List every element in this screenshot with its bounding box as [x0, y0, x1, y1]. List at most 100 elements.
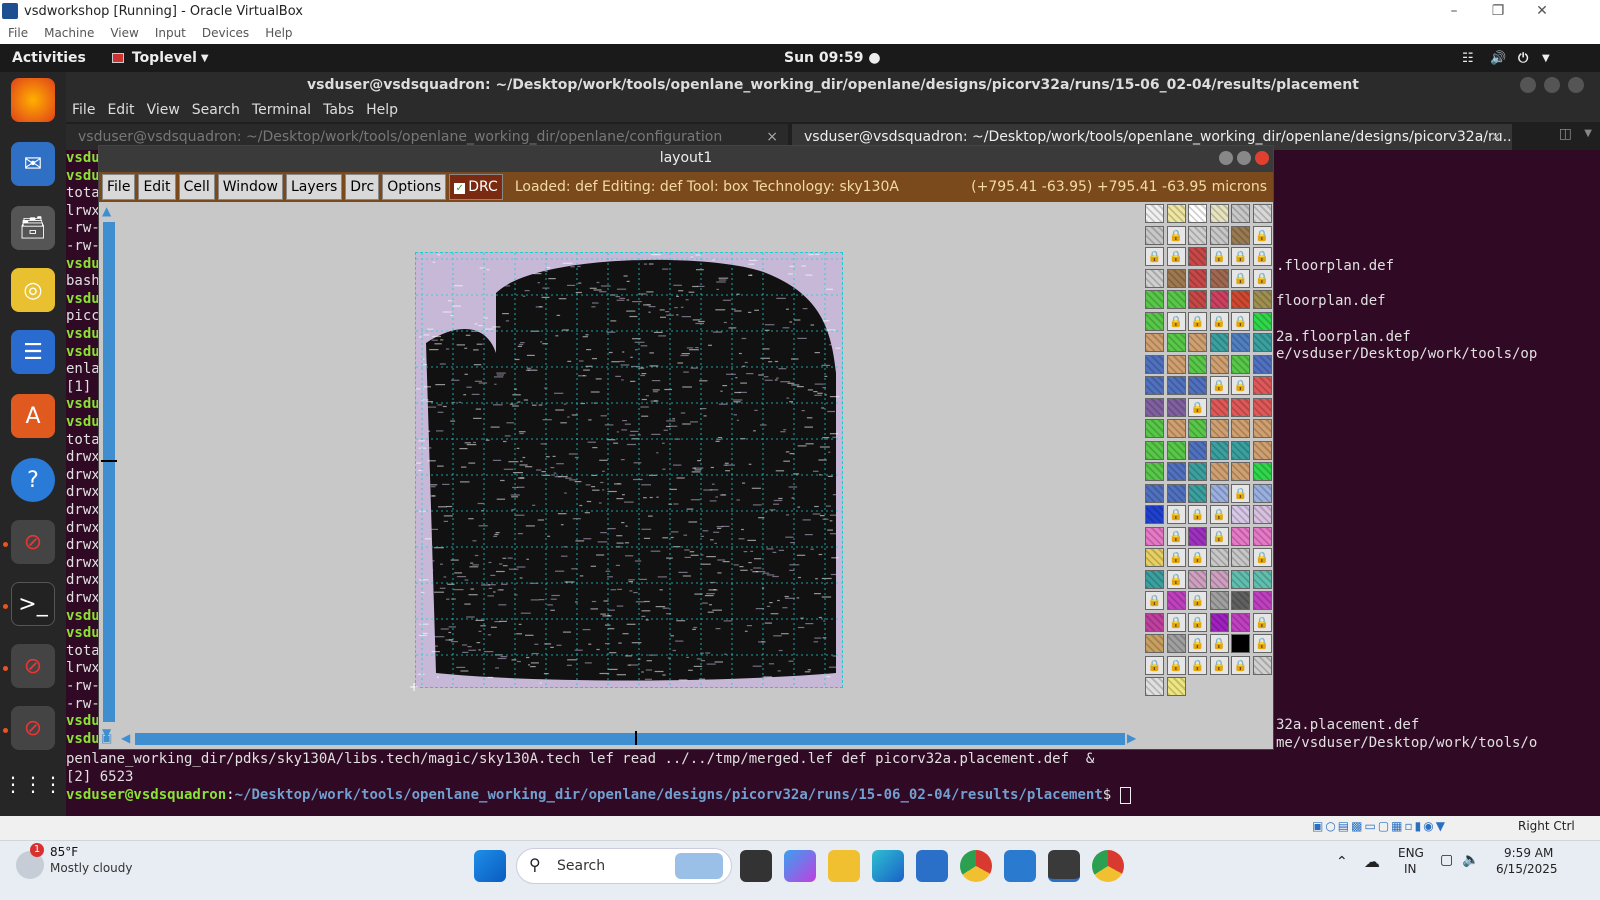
layer-swatch[interactable] — [1209, 591, 1229, 610]
scroll-left-icon[interactable]: ◀ — [121, 731, 135, 745]
terminal-minimize-icon[interactable] — [1520, 77, 1536, 93]
layer-locked-icon[interactable]: 🔒 — [1188, 311, 1207, 331]
layer-swatch[interactable] — [1166, 591, 1186, 610]
layer-locked-icon[interactable]: 🔒 — [1166, 548, 1186, 567]
vbox-menu-file[interactable]: File — [8, 26, 28, 40]
layer-swatch[interactable] — [1252, 591, 1272, 610]
layer-locked-icon[interactable]: 🔒 — [1166, 655, 1186, 675]
zoom-box-icon[interactable]: ▣ — [101, 731, 115, 745]
layer-swatch[interactable] — [1252, 204, 1272, 223]
layer-locked-icon[interactable]: 🔒 — [1188, 397, 1207, 417]
close-icon[interactable]: ✕ — [1520, 0, 1564, 22]
layer-swatch[interactable] — [1209, 440, 1229, 460]
vbox-menu-machine[interactable]: Machine — [44, 26, 94, 40]
layer-swatch[interactable] — [1209, 225, 1229, 245]
copilot-icon[interactable] — [784, 850, 816, 882]
layer-swatch[interactable] — [1166, 354, 1186, 374]
layer-swatch[interactable] — [1145, 440, 1164, 460]
layer-swatch[interactable] — [1188, 483, 1207, 503]
layer-swatch[interactable] — [1252, 462, 1272, 481]
layer-swatch[interactable] — [1166, 634, 1186, 653]
new-tab-icon[interactable]: ◫ — [1559, 126, 1572, 142]
layer-swatch[interactable] — [1231, 204, 1250, 223]
vbox-menu-devices[interactable]: Devices — [202, 26, 249, 40]
layer-swatch[interactable] — [1231, 462, 1250, 481]
layer-locked-icon[interactable]: 🔒 — [1252, 612, 1272, 632]
layer-swatch[interactable] — [1209, 354, 1229, 374]
libreoffice-writer-icon[interactable]: ☰ — [11, 330, 55, 374]
volume-tray-icon[interactable]: 🔈 — [1462, 852, 1479, 868]
firefox-icon[interactable] — [11, 78, 55, 122]
terminal-menu-file[interactable]: File — [72, 102, 95, 118]
layer-swatch[interactable] — [1209, 268, 1229, 288]
layer-swatch[interactable] — [1188, 376, 1207, 395]
power-icon[interactable]: ⏻ — [1518, 51, 1528, 66]
layer-locked-icon[interactable]: 🔒 — [1231, 376, 1250, 395]
maximize-icon[interactable]: ❐ — [1476, 0, 1520, 22]
layer-swatch[interactable] — [1231, 440, 1250, 460]
terminal-menu-terminal[interactable]: Terminal — [252, 102, 311, 118]
layer-swatch[interactable] — [1252, 290, 1272, 309]
layer-swatch[interactable] — [1209, 204, 1229, 223]
layer-swatch[interactable] — [1145, 634, 1164, 653]
layer-locked-icon[interactable]: 🔒 — [1188, 505, 1207, 524]
blocked-app-icon[interactable]: ⊘ — [11, 706, 55, 750]
drc-toggle[interactable]: ✓ DRC — [449, 174, 503, 200]
layer-swatch[interactable] — [1231, 505, 1250, 524]
layer-locked-icon[interactable]: 🔒 — [1166, 569, 1186, 589]
layer-swatch[interactable] — [1188, 333, 1207, 352]
magic-menu-layers[interactable]: Layers — [285, 174, 343, 200]
terminal-maximize-icon[interactable] — [1544, 77, 1560, 93]
layer-swatch[interactable] — [1209, 483, 1229, 503]
layer-swatch[interactable] — [1252, 397, 1272, 417]
terminal-icon[interactable]: >_ — [11, 582, 55, 626]
chrome-profile-icon[interactable] — [1092, 850, 1124, 882]
magic-close-icon[interactable] — [1255, 151, 1269, 165]
layer-swatch[interactable] — [1252, 333, 1272, 352]
windows-start-icon[interactable] — [474, 850, 506, 882]
files-icon[interactable]: 🗃 — [11, 206, 55, 250]
scroll-up-icon[interactable]: ▲ — [102, 204, 116, 218]
vbox-menu-input[interactable]: Input — [155, 26, 186, 40]
layer-locked-icon[interactable]: 🔒 — [1166, 311, 1186, 331]
horizontal-scroll-track[interactable] — [135, 733, 1125, 745]
layer-locked-icon[interactable]: 🔒 — [1166, 526, 1186, 546]
layer-swatch[interactable] — [1252, 440, 1272, 460]
layer-swatch[interactable] — [1188, 354, 1207, 374]
layer-swatch[interactable] — [1166, 419, 1186, 438]
layer-swatch[interactable] — [1231, 225, 1250, 245]
layer-swatch[interactable] — [1231, 419, 1250, 438]
software-center-icon[interactable]: A — [11, 394, 55, 438]
app-menu-toplevel[interactable]: Toplevel — [132, 50, 197, 66]
layer-swatch[interactable] — [1231, 290, 1250, 309]
terminal-close-icon[interactable] — [1568, 77, 1584, 93]
layer-swatch[interactable] — [1252, 505, 1272, 524]
layer-swatch[interactable] — [1231, 548, 1250, 567]
layer-swatch[interactable] — [1252, 419, 1272, 438]
layer-swatch[interactable] — [1252, 376, 1272, 395]
layer-swatch[interactable] — [1166, 333, 1186, 352]
layer-locked-icon[interactable]: 🔒 — [1209, 247, 1229, 266]
layer-swatch[interactable] — [1231, 591, 1250, 610]
layer-locked-icon[interactable]: 🔒 — [1231, 247, 1250, 266]
layer-locked-icon[interactable]: 🔒 — [1145, 655, 1164, 675]
terminal-menu-view[interactable]: View — [147, 102, 180, 118]
layer-swatch[interactable] — [1166, 204, 1186, 223]
layer-swatch[interactable] — [1166, 677, 1186, 696]
layer-locked-icon[interactable]: 🔒 — [1231, 483, 1250, 503]
layer-swatch[interactable] — [1166, 462, 1186, 481]
terminal-menu-search[interactable]: Search — [192, 102, 240, 118]
terminal-menu-edit[interactable]: Edit — [107, 102, 134, 118]
magic-menu-file[interactable]: File — [102, 174, 136, 200]
layer-swatch[interactable] — [1145, 397, 1164, 417]
thunderbird-icon[interactable]: ✉ — [11, 142, 55, 186]
layer-swatch[interactable] — [1166, 268, 1186, 288]
layer-swatch[interactable] — [1231, 397, 1250, 417]
magic-minimize-icon[interactable] — [1219, 151, 1233, 165]
taskbar-time[interactable]: 9:59 AM — [1504, 846, 1553, 860]
magic-maximize-icon[interactable] — [1237, 151, 1251, 165]
layer-locked-icon[interactable]: 🔒 — [1188, 655, 1207, 675]
layer-swatch[interactable] — [1145, 290, 1164, 309]
layer-swatch[interactable] — [1145, 333, 1164, 352]
magic-menu-edit[interactable]: Edit — [138, 174, 176, 200]
